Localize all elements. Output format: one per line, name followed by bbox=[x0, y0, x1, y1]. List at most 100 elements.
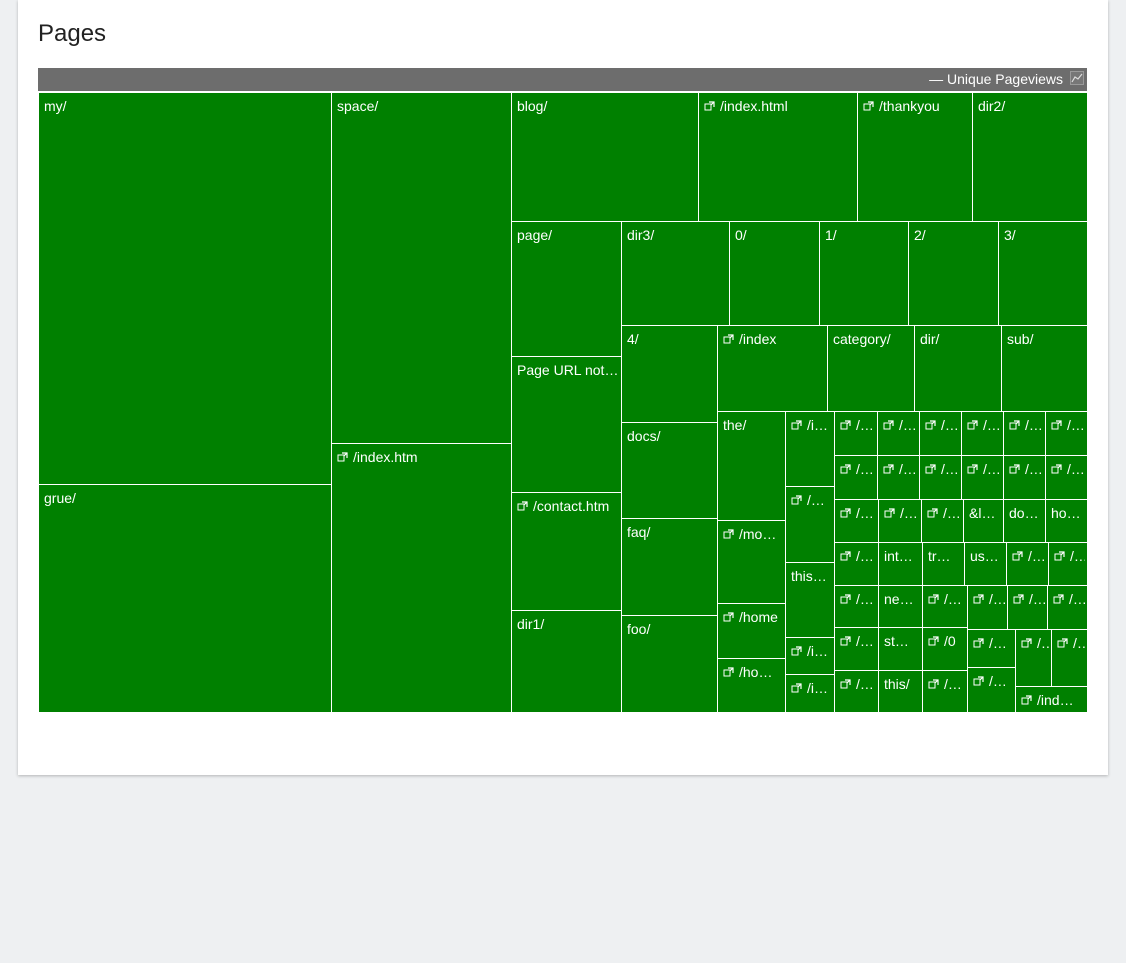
treemap-cell[interactable]: /… bbox=[921, 499, 963, 542]
treemap-cell[interactable]: 1/ bbox=[819, 221, 908, 325]
external-link-icon[interactable] bbox=[973, 673, 984, 686]
external-link-icon[interactable] bbox=[1051, 461, 1062, 474]
external-link-icon[interactable] bbox=[791, 680, 802, 693]
treemap-cell[interactable]: /… bbox=[834, 542, 878, 585]
treemap-cell[interactable]: /… bbox=[961, 455, 1003, 499]
external-link-icon[interactable] bbox=[840, 633, 851, 646]
external-link-icon[interactable] bbox=[1053, 591, 1064, 604]
treemap-cell[interactable]: st… bbox=[878, 627, 922, 670]
treemap-cell[interactable]: /… bbox=[1007, 585, 1047, 629]
external-link-icon[interactable] bbox=[840, 676, 851, 689]
external-link-icon[interactable] bbox=[840, 461, 851, 474]
treemap-cell[interactable]: grue/ bbox=[38, 484, 331, 712]
treemap-cell[interactable]: /… bbox=[834, 411, 877, 455]
treemap-cell[interactable]: dir3/ bbox=[621, 221, 729, 325]
external-link-icon[interactable] bbox=[928, 676, 939, 689]
treemap-cell[interactable]: /… bbox=[834, 670, 878, 712]
treemap-cell[interactable]: /… bbox=[834, 585, 878, 627]
external-link-icon[interactable] bbox=[840, 505, 851, 518]
treemap-cell[interactable]: /… bbox=[922, 585, 967, 629]
treemap-cell[interactable]: /i… bbox=[785, 637, 834, 674]
treemap-cell[interactable]: tr… bbox=[922, 542, 964, 585]
treemap-cell[interactable]: 3/ bbox=[998, 221, 1087, 325]
treemap-cell[interactable]: this/ bbox=[878, 670, 922, 712]
treemap-cell[interactable]: 0/ bbox=[729, 221, 819, 325]
external-link-icon[interactable] bbox=[337, 449, 348, 462]
treemap-cell[interactable]: /i… bbox=[785, 411, 834, 486]
treemap-cell[interactable]: /… bbox=[1047, 585, 1087, 629]
treemap-cell[interactable]: /ind… bbox=[1015, 686, 1087, 712]
external-link-icon[interactable] bbox=[1021, 692, 1032, 705]
treemap-cell[interactable]: /… bbox=[967, 667, 1015, 712]
treemap-cell[interactable]: /… bbox=[1015, 629, 1051, 686]
treemap-cell[interactable]: /contact.htm bbox=[511, 492, 621, 610]
external-link-icon[interactable] bbox=[840, 591, 851, 604]
external-link-icon[interactable] bbox=[1009, 461, 1020, 474]
treemap-cell[interactable]: dir1/ bbox=[511, 610, 621, 712]
treemap-cell[interactable]: /… bbox=[834, 455, 877, 499]
external-link-icon[interactable] bbox=[967, 417, 978, 430]
treemap-cell[interactable]: /… bbox=[1003, 455, 1045, 499]
treemap-cell[interactable]: docs/ bbox=[621, 422, 717, 518]
external-link-icon[interactable] bbox=[723, 526, 734, 539]
external-link-icon[interactable] bbox=[925, 461, 936, 474]
treemap-cell[interactable]: /… bbox=[1045, 455, 1087, 499]
treemap-cell[interactable]: /index bbox=[717, 325, 827, 411]
external-link-icon[interactable] bbox=[973, 591, 984, 604]
line-chart-icon[interactable] bbox=[1070, 71, 1084, 85]
treemap-cell[interactable]: /… bbox=[878, 499, 921, 542]
external-link-icon[interactable] bbox=[840, 417, 851, 430]
treemap-cell[interactable]: dir/ bbox=[914, 325, 1001, 411]
external-link-icon[interactable] bbox=[723, 664, 734, 677]
treemap-cell[interactable]: /thankyou bbox=[857, 92, 972, 221]
treemap-cell[interactable]: /… bbox=[961, 411, 1003, 455]
treemap-cell[interactable]: the/ bbox=[717, 411, 785, 520]
external-link-icon[interactable] bbox=[791, 417, 802, 430]
treemap-cell[interactable]: sub/ bbox=[1001, 325, 1087, 411]
treemap-cell[interactable]: /ho… bbox=[717, 658, 785, 712]
treemap-cell[interactable]: /… bbox=[785, 486, 834, 562]
external-link-icon[interactable] bbox=[517, 498, 528, 511]
external-link-icon[interactable] bbox=[883, 417, 894, 430]
external-link-icon[interactable] bbox=[1009, 417, 1020, 430]
external-link-icon[interactable] bbox=[883, 461, 894, 474]
treemap-cell[interactable]: /… bbox=[877, 455, 919, 499]
treemap-cell[interactable]: /… bbox=[834, 499, 878, 542]
treemap-cell[interactable]: /… bbox=[834, 627, 878, 670]
treemap-cell[interactable]: /i… bbox=[785, 674, 834, 712]
external-link-icon[interactable] bbox=[791, 643, 802, 656]
treemap-cell[interactable]: /… bbox=[1048, 542, 1087, 585]
external-link-icon[interactable] bbox=[884, 505, 895, 518]
external-link-icon[interactable] bbox=[927, 505, 938, 518]
treemap-cell[interactable]: us… bbox=[964, 542, 1006, 585]
external-link-icon[interactable] bbox=[1057, 635, 1068, 648]
treemap-cell[interactable]: page/ bbox=[511, 221, 621, 356]
treemap-cell[interactable]: int… bbox=[878, 542, 922, 585]
treemap-cell[interactable]: category/ bbox=[827, 325, 914, 411]
treemap-cell[interactable]: &l… bbox=[963, 499, 1003, 542]
external-link-icon[interactable] bbox=[791, 492, 802, 505]
treemap-cell[interactable]: /… bbox=[1045, 411, 1087, 455]
external-link-icon[interactable] bbox=[928, 633, 939, 646]
treemap-cell[interactable]: do… bbox=[1003, 499, 1045, 542]
external-link-icon[interactable] bbox=[967, 461, 978, 474]
treemap-cell[interactable]: Page URL not defined bbox=[511, 356, 621, 492]
external-link-icon[interactable] bbox=[1054, 548, 1065, 561]
treemap-cell[interactable]: faq/ bbox=[621, 518, 717, 615]
treemap-cell[interactable]: /… bbox=[1006, 542, 1048, 585]
external-link-icon[interactable] bbox=[723, 331, 734, 344]
external-link-icon[interactable] bbox=[928, 591, 939, 604]
external-link-icon[interactable] bbox=[1012, 548, 1023, 561]
external-link-icon[interactable] bbox=[863, 98, 874, 111]
treemap-cell[interactable]: ho… bbox=[1045, 499, 1087, 542]
treemap-cell[interactable]: /home bbox=[717, 603, 785, 658]
treemap-cell[interactable]: blog/ bbox=[511, 92, 698, 221]
treemap-cell[interactable]: /… bbox=[919, 455, 961, 499]
treemap-cell[interactable]: /… bbox=[877, 411, 919, 455]
treemap-cell[interactable]: space/ bbox=[331, 92, 511, 443]
treemap-cell[interactable]: dir2/ bbox=[972, 92, 1087, 221]
treemap-cell[interactable]: /… bbox=[919, 411, 961, 455]
treemap-cell[interactable]: /… bbox=[967, 629, 1015, 667]
external-link-icon[interactable] bbox=[704, 98, 715, 111]
external-link-icon[interactable] bbox=[973, 635, 984, 648]
